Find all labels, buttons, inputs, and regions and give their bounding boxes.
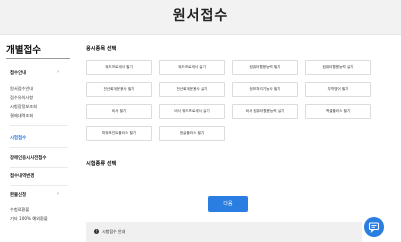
info-icon: ! [94, 229, 99, 234]
sidebar-item-fee-refund[interactable]: 수험료환불 [10, 207, 29, 213]
sidebar-group-application-info[interactable]: 접수안내 [10, 70, 26, 76]
sidebar-item-exam-application[interactable]: 시험접수 [10, 135, 26, 141]
exam-option-button[interactable]: 무역영어 필기 [305, 82, 371, 97]
exam-section-title: 응시종목 선택 [86, 46, 117, 52]
sidebar: 개별접수 접수안내 › 원서접수안내 접수유의사항 시험장정보조회 결제내역조회… [0, 34, 72, 242]
exam-option-button[interactable]: 비서 워드프로세서 실기 [159, 104, 225, 119]
page-title: 원서접수 [172, 8, 229, 24]
exam-option-button[interactable]: 비서 컴퓨터활용능력 실기 [232, 104, 298, 119]
exam-option-button[interactable]: 전산회계운용사 필기 [86, 82, 152, 97]
sidebar-item-change-application[interactable]: 접수내역변경 [10, 173, 34, 179]
chat-button[interactable] [364, 217, 384, 237]
sidebar-item-venue-info[interactable]: 시험장정보조회 [10, 104, 37, 110]
exam-option-button[interactable]: 비서 필기 [86, 104, 152, 119]
exam-type-section-title: 시험종류 선택 [86, 161, 117, 167]
sidebar-item-disabled-pre-application[interactable]: 장애인응시사전접수 [10, 155, 46, 161]
sidebar-item-guide[interactable]: 원서접수안내 [10, 86, 33, 92]
info-panel: ! 시험접수 안내 [86, 222, 362, 242]
chat-icon [368, 222, 380, 233]
sidebar-group-refund[interactable]: 환불신청 [10, 192, 26, 198]
sidebar-divider [10, 167, 68, 168]
sidebar-item-payment-history[interactable]: 결제내역조회 [10, 113, 33, 119]
sidebar-item-notes[interactable]: 접수유의사항 [10, 95, 33, 101]
exam-option-button[interactable]: 한글플러스 필기 [159, 126, 225, 141]
exam-option-button[interactable]: 워드프로세서 실기 [159, 60, 225, 75]
exam-option-button[interactable]: 워드프로세서 필기 [86, 60, 152, 75]
info-panel-title: 시험접수 안내 [102, 229, 126, 234]
sidebar-divider [10, 185, 68, 186]
sidebar-item-exception-refund[interactable]: 기타 100% 예외환불 [10, 216, 48, 222]
exam-option-button[interactable]: 맥셀플러스 필기 [305, 104, 371, 119]
exam-option-button[interactable]: 컴퓨터활용능력 필기 [232, 60, 298, 75]
chevron-right-icon: › [57, 191, 59, 197]
page-header: 원서접수 [0, 0, 401, 35]
sidebar-title: 개별접수 [6, 45, 41, 56]
sidebar-divider [10, 147, 68, 148]
next-button[interactable]: 다음 [208, 196, 248, 212]
exam-option-button[interactable]: 전산회계운용사 실기 [159, 82, 225, 97]
sidebar-title-divider [6, 58, 70, 59]
sidebar-divider [10, 125, 68, 126]
chevron-right-icon: › [57, 69, 59, 75]
exam-option-button[interactable]: 컴퓨터활용능력 실기 [305, 60, 371, 75]
exam-option-button[interactable]: 정보처리기능사 필기 [232, 82, 298, 97]
exam-option-button[interactable]: 파워포인트플러스 필기 [86, 126, 152, 141]
